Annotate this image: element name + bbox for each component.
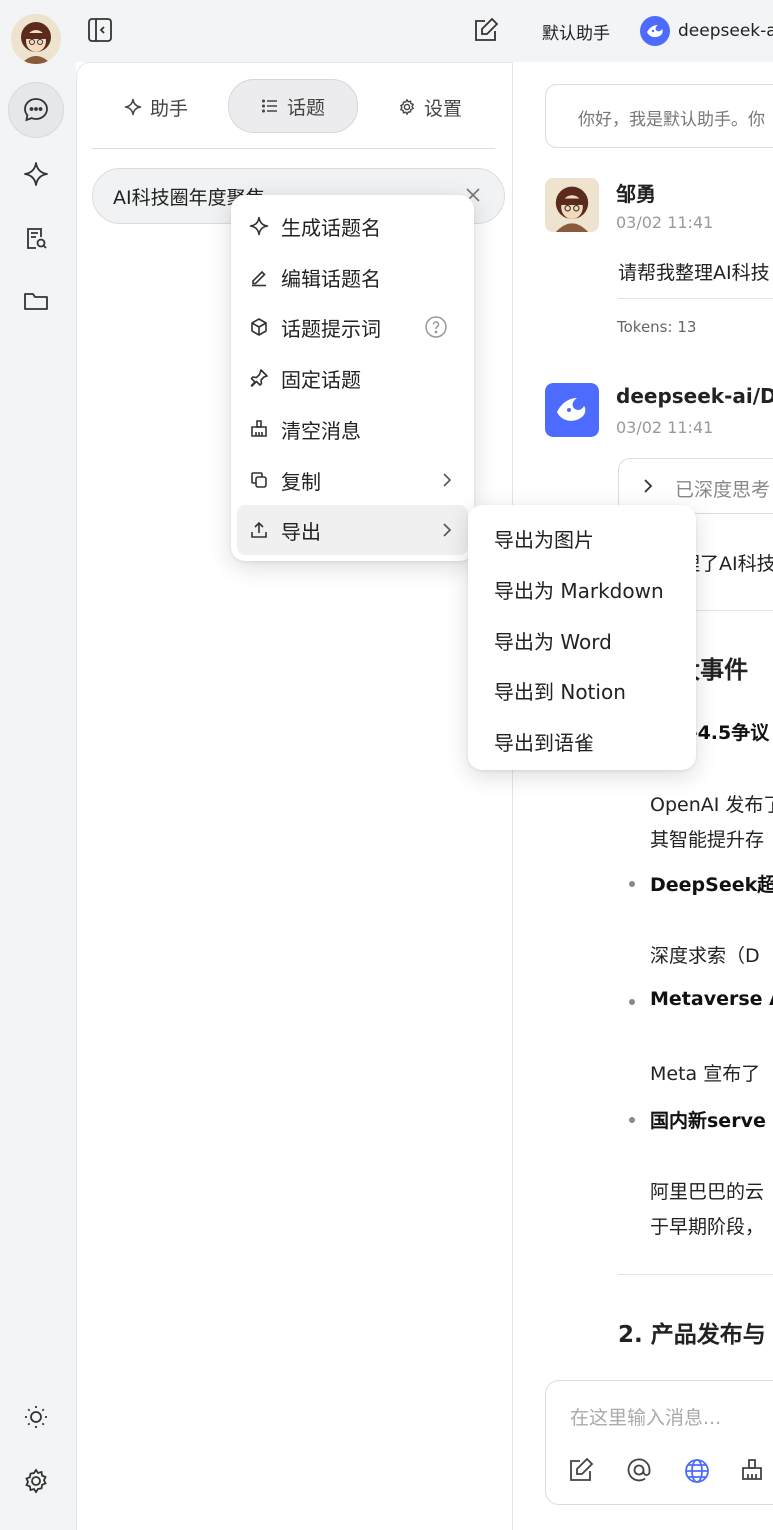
web-search-icon[interactable]	[683, 1457, 711, 1485]
copy-icon	[237, 470, 281, 490]
menu-item-edit-topic-name[interactable]: 编辑话题名	[237, 252, 468, 302]
rail-chat-button[interactable]	[8, 82, 64, 138]
topic-context-menu: 生成话题名 编辑话题名 话题提示词 固定话题 清空消息 复制 导出	[231, 195, 474, 561]
assistant-name[interactable]: 默认助手	[542, 19, 610, 44]
bullet-body-line: 阿里巴巴的云	[650, 1181, 765, 1203]
tab-settings-label: 设置	[423, 97, 462, 120]
bullet-dot	[629, 881, 635, 887]
export-as-word[interactable]: 导出为 Word	[494, 626, 612, 655]
section2-heading: 2. 产品发布与	[618, 1322, 766, 1348]
ai-message-avatar	[545, 383, 599, 437]
rail-files-button[interactable]	[8, 273, 64, 329]
list-icon	[261, 97, 279, 115]
sun-icon	[22, 1403, 50, 1431]
export-to-yuque[interactable]: 导出到语雀	[494, 727, 594, 756]
bullet-title: Metaverse A	[650, 988, 773, 1010]
assistant-greeting-box: 你好，我是默认助手。你	[545, 84, 773, 148]
bullet-body-line: 深度求索（D	[650, 945, 760, 967]
tab-assistants-label: 助手	[149, 97, 188, 120]
tab-topics[interactable]: 话题	[228, 79, 358, 133]
chevron-right-icon	[441, 522, 453, 538]
sparkle-icon	[237, 216, 281, 236]
cube-icon	[237, 317, 281, 337]
menu-item-label: 编辑话题名	[281, 266, 381, 291]
message-input[interactable]: 在这里输入消息...	[570, 1403, 721, 1430]
model-selector[interactable]: deepseek-ai	[640, 15, 773, 47]
tab-topics-label: 话题	[286, 96, 325, 119]
assistant-greeting-text: 你好，我是默认助手。你	[578, 110, 765, 130]
upload-icon	[237, 520, 281, 540]
chevron-right-icon	[641, 478, 655, 494]
clear-messages-icon[interactable]	[739, 1457, 765, 1483]
tabs-divider	[92, 148, 495, 149]
export-as-image[interactable]: 导出为图片	[494, 524, 594, 553]
deepseek-logo-icon	[640, 16, 670, 46]
pin-icon	[237, 368, 281, 388]
tab-settings[interactable]: 设置	[382, 80, 478, 134]
tab-assistants[interactable]: 助手	[108, 80, 204, 134]
rail-agents-button[interactable]	[8, 146, 64, 202]
export-to-notion[interactable]: 导出到 Notion	[494, 676, 626, 705]
bullet-body-line: 其智能提升存	[650, 829, 765, 851]
thinking-label: 已深度思考	[675, 479, 771, 501]
menu-item-label: 导出	[281, 519, 321, 544]
rail-theme-button[interactable]	[8, 1389, 64, 1445]
menu-item-clear-messages[interactable]: 清空消息	[237, 404, 468, 454]
gear-icon	[22, 1467, 50, 1495]
pencil-icon	[237, 267, 281, 287]
user-message-divider	[618, 298, 773, 299]
menu-item-copy[interactable]: 复制	[237, 455, 468, 505]
model-name: deepseek-ai	[678, 21, 773, 41]
menu-item-export[interactable]: 导出	[237, 505, 468, 555]
menu-item-label: 固定话题	[281, 367, 361, 392]
menu-item-label: 复制	[281, 469, 321, 494]
sparkle-icon	[124, 98, 142, 116]
user-message-tokens: Tokens: 13	[617, 318, 697, 336]
menu-item-label: 话题提示词	[281, 316, 381, 341]
bullet-body-line: OpenAI 发布了	[650, 794, 773, 816]
export-submenu: 导出为图片 导出为 Markdown 导出为 Word 导出到 Notion 导…	[468, 505, 696, 770]
toggle-sidebar-button[interactable]	[87, 17, 113, 43]
section-divider	[618, 1274, 773, 1275]
menu-item-pin-topic[interactable]: 固定话题	[237, 353, 468, 403]
menu-item-label: 生成话题名	[281, 215, 381, 240]
gear-icon	[398, 98, 416, 116]
folder-icon	[22, 287, 50, 315]
user-message-name: 邹勇	[616, 182, 656, 206]
chevron-right-icon	[441, 472, 453, 488]
ai-message-time: 03/02 11:41	[616, 418, 714, 437]
bullet-title: 国内新serve	[650, 1110, 766, 1132]
rail-search-docs-button[interactable]	[8, 210, 64, 266]
bullet-body-line: Meta 宣布了	[650, 1063, 761, 1085]
rail-settings-button[interactable]	[8, 1453, 64, 1509]
mention-icon[interactable]	[626, 1457, 652, 1483]
ai-message-name: deepseek-ai/DeepSeek	[616, 384, 773, 408]
user-message-text: 请帮我整理AI科技	[618, 262, 770, 284]
broom-icon	[237, 419, 281, 439]
new-topic-button[interactable]	[473, 17, 499, 43]
user-message-avatar	[545, 178, 599, 232]
export-as-markdown[interactable]: 导出为 Markdown	[494, 575, 664, 604]
user-message-time: 03/02 11:41	[616, 213, 714, 232]
menu-item-topic-prompt[interactable]: 话题提示词	[237, 302, 468, 352]
menu-item-label: 清空消息	[281, 418, 361, 443]
bullet-body-line: 于早期阶段，	[650, 1216, 765, 1238]
sparkle-icon	[22, 160, 50, 188]
chat-pane: 你好，我是默认助手。你 邹勇 03/02 11:41 请帮我整理AI科技 Tok…	[512, 62, 773, 1530]
bullet-title: DeepSeek超	[650, 874, 773, 896]
document-search-icon	[22, 224, 50, 252]
message-input-box: 在这里输入消息...	[545, 1380, 773, 1505]
bullet-dot	[629, 1117, 635, 1123]
menu-item-generate-topic-name[interactable]: 生成话题名	[237, 201, 468, 251]
new-topic-icon[interactable]	[568, 1457, 594, 1483]
bullet-dot	[629, 999, 635, 1005]
user-avatar[interactable]	[11, 14, 61, 64]
help-circle-icon[interactable]	[425, 316, 447, 338]
chat-bubble-icon	[22, 96, 50, 124]
